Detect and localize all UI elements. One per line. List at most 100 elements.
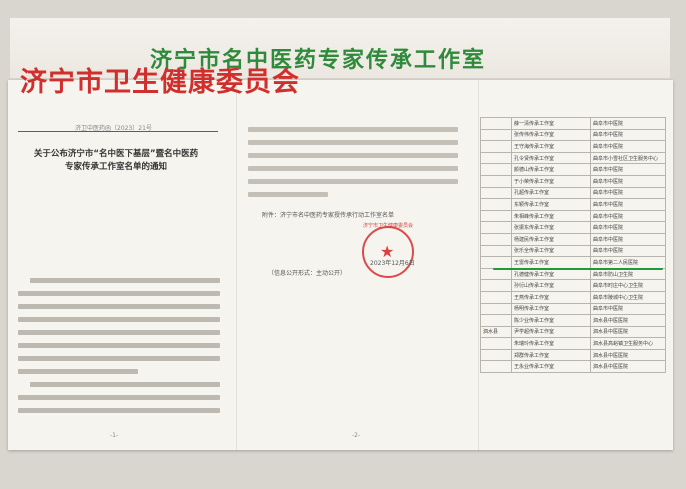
table-row: 王守海传承工作室 曲阜市中医院 [480,140,666,153]
table-row: 王雷传承工作室 曲阜市第二人民医院 [480,256,666,269]
page-fold [236,80,237,450]
table-cell: 曲阜市中医院 [590,186,666,200]
table-row: 薛一清传承工作室 曲阜市中医院 [480,117,666,130]
body-text-line [18,304,220,309]
table-row: 朱瑞玲传承工作室 泗水县高峪镇卫生服务中心 [480,337,666,350]
table-cell: 王燕传承工作室 [511,290,591,304]
table-cell [480,221,512,234]
studio-list-table: 薛一清传承工作室 曲阜市中医院 张传伟传承工作室 曲阜市中医院 王守海传承工作室 曲阜市中… [480,117,666,374]
table-cell: 泗水县中医医院 [590,314,666,327]
issuer-header: 济宁市卫生健康委员会 [20,67,300,98]
page-number: -1- [110,432,119,439]
table-cell [480,279,512,292]
body-text-line [248,166,458,171]
table-cell: 郑群传承工作室 [511,348,591,362]
table-cell [480,232,512,246]
body-text-line [18,408,220,413]
table-cell [480,256,512,269]
table-cell [480,151,512,165]
table-cell: 薛一清传承工作室 [511,117,591,130]
table-row: 朱相峰传承工作室 曲阜市中医院 [480,209,666,223]
body-text-line [248,192,328,197]
table-cell: 王永业传承工作室 [511,360,591,374]
table-cell [480,209,512,223]
table-cell [480,128,512,142]
table-row: 杨建民传承工作室 曲阜市中医院 [480,232,666,246]
table-row: 杨明传承工作室 曲阜市中医院 [480,302,666,316]
body-text-line [248,179,458,184]
table-cell: 东颖传承工作室 [511,198,591,211]
table-cell: 泗水县中医医院 [590,325,666,339]
table-cell: 朱瑞玲传承工作室 [511,337,591,350]
table-cell: 曲阜市中医院 [590,198,666,211]
table-row: 东颖传承工作室 曲阜市中医院 [480,198,666,211]
table-cell: 曲阜市中医院 [590,163,666,176]
body-text-line [18,317,220,322]
table-cell: 张传伟传承工作室 [511,128,591,142]
table-cell: 陈少业传承工作室 [511,314,591,327]
table-row: 张振东传承工作室 曲阜市中医院 [480,221,666,234]
attachment-note: 附件：济宁市名中医药专家授传承行动工作室名单 [262,212,395,219]
body-text-line [18,291,220,296]
body-text-line [18,343,220,348]
green-highlight-underline [493,268,663,270]
body-text-line [18,330,220,335]
table-cell [480,163,512,176]
table-cell: 泗水县中医医院 [590,360,666,374]
body-text-line [18,369,138,374]
official-seal: 济宁市卫生健康委员会 ★ [362,223,414,278]
table-cell [480,140,512,153]
table-cell: 张振东传承工作室 [511,221,591,234]
table-row: 郑群传承工作室 泗水县中医医院 [480,348,666,362]
table-cell [480,360,512,374]
page-fold [478,80,479,450]
table-cell: 曲阜市中医院 [590,232,666,246]
table-cell: 杨明传承工作室 [511,302,591,316]
body-text-line [248,127,458,132]
document-title: 关于公布济宁市“名中医下基层”暨名中医药专家传承工作室名单的通知 [33,149,199,172]
table-cell: 曲阜市第二人民医院 [590,256,666,269]
table-cell: 曲阜市中医院 [590,174,666,188]
table-cell [480,117,512,130]
table-cell: 张乐全传承工作室 [511,244,591,258]
table-cell [480,302,512,316]
table-cell: 于小荣传承工作室 [511,174,591,188]
table-cell: 曲阜市中医院 [590,221,666,234]
table-cell: 曲阜市中医院 [590,244,666,258]
table-cell: 曲阜市中医院 [590,128,666,142]
table-cell: 朱相峰传承工作室 [511,209,591,223]
body-text-line [18,395,220,400]
table-cell [480,244,512,258]
table-row: 张乐全传承工作室 曲阜市中医院 [480,244,666,258]
table-row: 张传伟传承工作室 曲阜市中医院 [480,128,666,142]
table-cell: 孔令贤传承工作室 [511,151,591,165]
table-cell: 曲阜市中医院 [590,209,666,223]
table-cell [480,314,512,327]
table-cell: 颜德山传承工作室 [511,163,591,176]
table-row: 颜德山传承工作室 曲阜市中医院 [480,163,666,176]
table-cell: 尹学超传承工作室 [511,325,591,339]
table-cell [480,290,512,304]
table-cell: 孔超传承工作室 [511,186,591,200]
table-row: 孔超传承工作室 曲阜市中医院 [480,186,666,200]
table-cell [480,337,512,350]
public-note: （信息公开形式：主动公开） [268,270,347,277]
issue-date: 2023年12月6日 [370,260,415,267]
table-cell: 曲阜市中医院 [590,117,666,130]
table-row: 王燕传承工作室 曲阜市陵城中心卫生院 [480,290,666,304]
table-cell: 孙衍山传承工作室 [511,279,591,292]
table-cell [480,348,512,362]
red-rule [18,131,218,132]
body-text-line [18,356,220,361]
table-row: 孔令贤传承工作室 曲阜市小雪社区卫生服务中心 [480,151,666,165]
table-cell: 曲阜市时庄中心卫生院 [590,279,666,292]
table-cell: 曲阜市小雪社区卫生服务中心 [590,151,666,165]
body-text-line [30,382,220,387]
body-text-line [30,278,220,283]
table-cell [480,186,512,200]
table-cell: 曲阜市中医院 [590,302,666,316]
table-cell [480,174,512,188]
body-text-line [248,153,458,158]
body-text-line [248,140,458,145]
table-cell: 王雷传承工作室 [511,256,591,269]
